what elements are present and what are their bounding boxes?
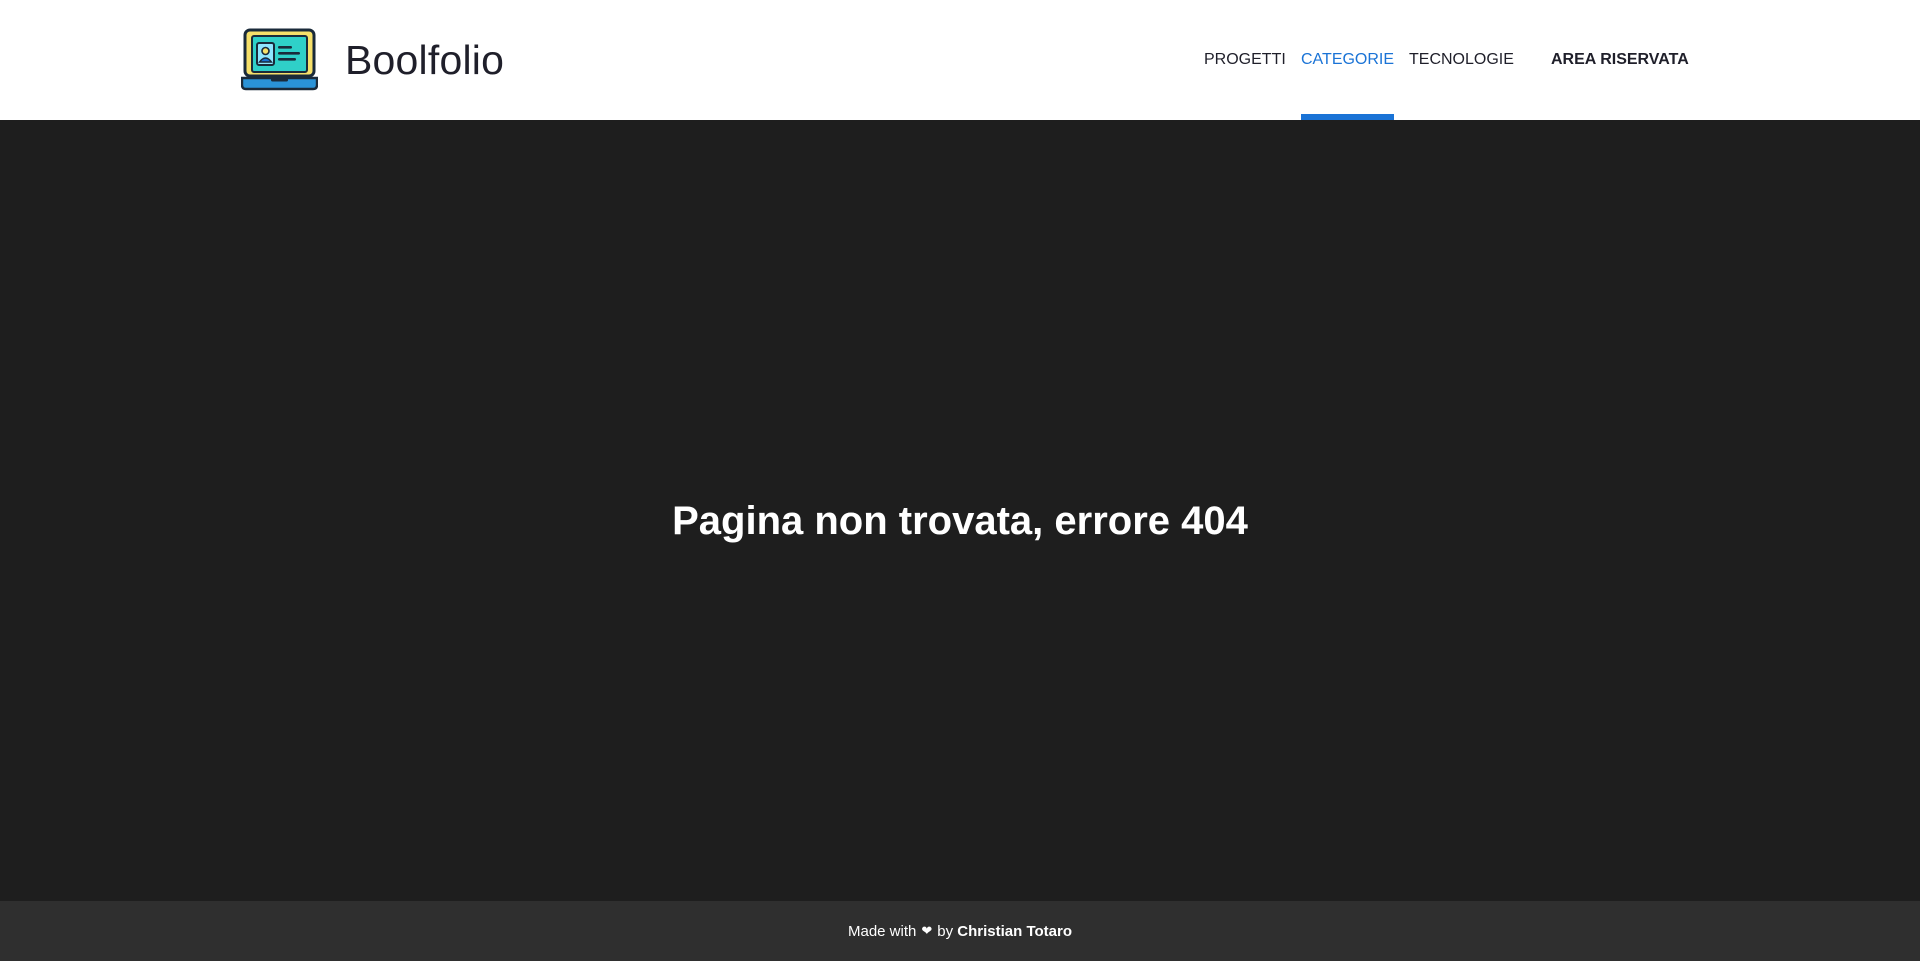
footer-made-with: Made with	[847, 922, 917, 940]
footer-author: Christian Totaro	[957, 922, 1073, 940]
site-footer: Made with ❤ by Christian Totaro	[0, 901, 1920, 961]
nav-link-tecnologie[interactable]: TECNOLOGIE	[1409, 0, 1514, 120]
brand-home-link[interactable]: Boolfolio	[241, 28, 504, 92]
nav-link-area-riservata[interactable]: AREA RISERVATA	[1551, 0, 1689, 120]
nav-link-categorie[interactable]: CATEGORIE	[1301, 0, 1395, 120]
laptop-id-card-icon	[241, 28, 318, 91]
brand-name: Boolfolio	[345, 36, 505, 83]
nav-link-progetti[interactable]: PROGETTI	[1204, 0, 1286, 120]
page-title: Pagina non trovata, errore 404	[672, 498, 1248, 543]
heart-icon: ❤	[921, 923, 933, 938]
site-header: Boolfolio PROGETTI CATEGORIE TECNOLOGIE …	[0, 0, 1920, 120]
footer-by: by	[937, 922, 954, 940]
main-content: Pagina non trovata, errore 404	[0, 120, 1920, 901]
